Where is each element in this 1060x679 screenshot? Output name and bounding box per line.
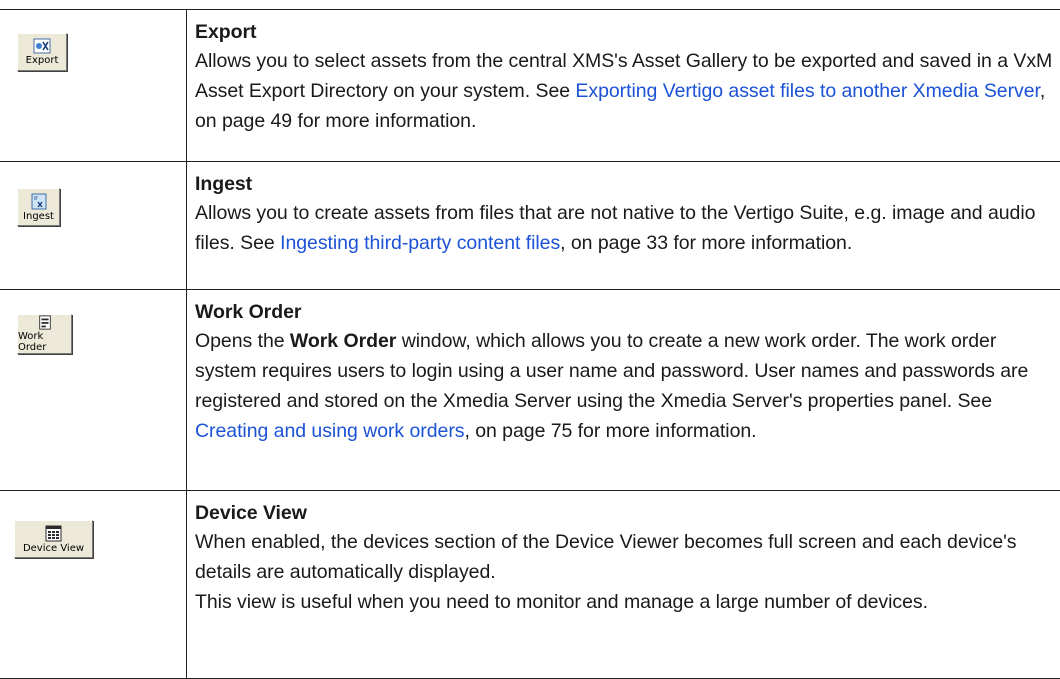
device-view-icon — [45, 525, 62, 541]
text-cell: Export Allows you to select assets from … — [187, 10, 1060, 162]
entry-description: When enabled, the devices section of the… — [195, 531, 1017, 583]
work-order-icon — [38, 315, 51, 330]
icon-cell: Export — [0, 9, 187, 162]
export-icon — [33, 38, 51, 54]
entry-description: This view is useful when you need to mon… — [195, 591, 928, 613]
device-view-button-label: Device View — [22, 542, 85, 554]
entry-title: Work Order — [195, 301, 302, 323]
table-row: Ingest Ingest Allows you to create asset… — [0, 161, 1060, 290]
entry-title: Device View — [195, 502, 307, 524]
text-cell: Ingest Allows you to create assets from … — [187, 162, 1060, 290]
icon-cell: Work Order — [0, 289, 187, 491]
device-view-button[interactable]: Device View — [14, 520, 93, 558]
ingest-button[interactable]: Ingest — [17, 188, 60, 226]
work-order-button-label: Work Order — [18, 331, 47, 353]
window-name: Work Order — [289, 330, 397, 352]
entry-title: Ingest — [195, 173, 253, 195]
work-order-link[interactable]: Creating and using work orders — [195, 420, 465, 442]
text-cell: Work Order Opens the Work Order window, … — [187, 290, 1060, 491]
export-button[interactable]: Export — [17, 33, 67, 71]
entry-description: Allows you to create assets from files t… — [195, 198, 1060, 258]
entry-description: Opens the Work Order window, which allow… — [195, 326, 1060, 446]
table-row: Device View Device View When enabled, th… — [0, 490, 1060, 679]
description-text: , on page 33 for more information. — [560, 232, 853, 254]
description-text: , on page 75 for more information. — [464, 420, 757, 442]
text-cell: Device View When enabled, the devices se… — [187, 491, 1060, 679]
entry-description: Allows you to select assets from the cen… — [195, 46, 1060, 136]
entry-title: Export — [195, 21, 257, 43]
description-text: Opens the — [195, 330, 290, 352]
table-row: Export Export Allows you to select asset… — [0, 9, 1060, 162]
export-button-label: Export — [25, 55, 59, 66]
work-order-button[interactable]: Work Order — [17, 314, 72, 354]
table-row: Work Order Work Order Opens the Work Ord… — [0, 289, 1060, 491]
icon-cell: Device View — [0, 490, 187, 679]
ingest-icon — [31, 193, 46, 209]
export-link[interactable]: Exporting Vertigo asset files to another… — [575, 80, 1040, 102]
icon-cell: Ingest — [0, 161, 187, 290]
feature-table: Export Export Allows you to select asset… — [0, 9, 1060, 679]
ingest-link[interactable]: Ingesting third-party content files — [280, 232, 560, 254]
ingest-button-label: Ingest — [23, 210, 54, 222]
